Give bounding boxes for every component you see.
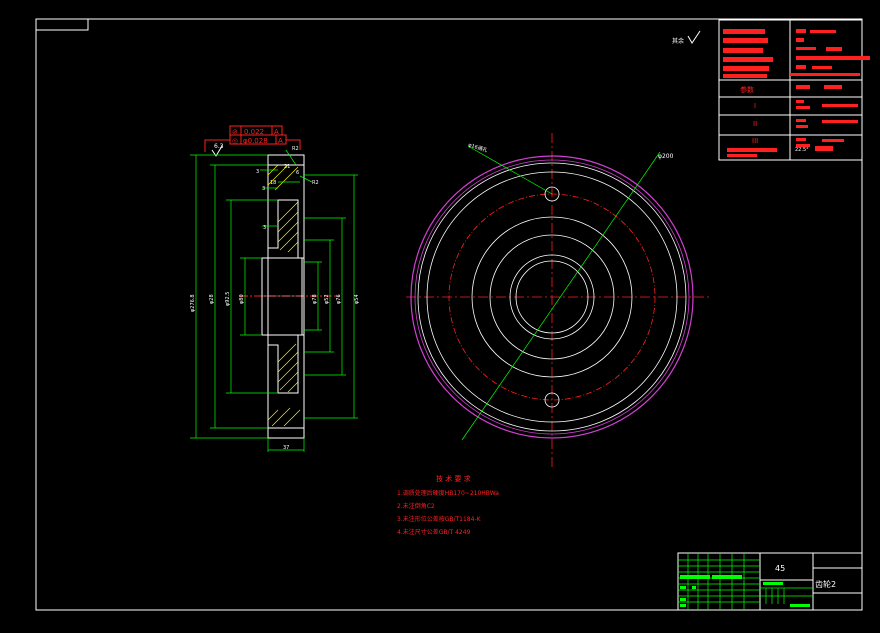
param-table-footer: 22.5° bbox=[795, 147, 809, 153]
runout-value: φ0.028 bbox=[243, 137, 268, 145]
tech-item-3: 3.未注形位公差按GB/T1184-K bbox=[397, 515, 482, 523]
dim-bottom: 37 bbox=[283, 445, 289, 451]
dim-offset-2: 3 bbox=[263, 225, 266, 231]
tech-item-4: 4.未注尺寸公差GB/T 4249 bbox=[397, 528, 471, 536]
param-row-3: III bbox=[752, 137, 758, 145]
material-label: 45 bbox=[775, 564, 785, 573]
drawing-sheet: 参数 I II III 22.5° 其余 ⊘ 0.022 A ◎ φ0.028 … bbox=[35, 18, 870, 611]
dim-r: R2 bbox=[312, 180, 319, 186]
runout-datum: A bbox=[278, 137, 283, 145]
dim-125: φ92.5 bbox=[225, 292, 231, 306]
part-name: 齿轮2 bbox=[815, 579, 836, 589]
dim-right-2: φ52 bbox=[324, 294, 330, 304]
tech-item-1: 1.调质处理后硬度HB170~210HBWa bbox=[397, 489, 499, 497]
dim-right-4: φ54 bbox=[354, 294, 360, 304]
tech-title: 技 术 要 求 bbox=[436, 474, 471, 483]
runout-symbol: ◎ bbox=[232, 137, 238, 145]
dim-bore-2: φ28 bbox=[209, 294, 215, 304]
front-view: φ16通孔 φ200 bbox=[406, 133, 712, 470]
tech-item-2: 2.未注倒角C2 bbox=[397, 502, 435, 510]
hole-note: φ16通孔 bbox=[467, 141, 488, 154]
pcd-label: φ200 bbox=[658, 153, 674, 160]
dim-18: 18 bbox=[270, 180, 276, 186]
section-view: φ276.8 φ28 φ92.5 φ80 φ78 φ52 φ76 φ54 R2 … bbox=[190, 146, 360, 452]
param-row-1: I bbox=[754, 102, 756, 110]
dim-80: φ80 bbox=[239, 294, 245, 304]
dim-bore-1: φ276.8 bbox=[190, 294, 196, 312]
dim-right-3: φ76 bbox=[336, 294, 342, 304]
param-row-2: II bbox=[753, 120, 757, 128]
param-table: 参数 I II III 22.5° bbox=[718, 19, 870, 161]
dim-21: 21 bbox=[284, 164, 290, 170]
dim-top: R2 bbox=[292, 146, 299, 152]
roughness-symbol-icon bbox=[687, 30, 701, 44]
tech-requirements: 技 术 要 求 1.调质处理后硬度HB170~210HBWa 2.未注倒角C2 … bbox=[397, 474, 499, 536]
dim-offset-1: 3 bbox=[256, 169, 259, 175]
surface-corner-note: 其余 bbox=[672, 37, 684, 45]
dim-left-a: 6 bbox=[296, 170, 299, 176]
title-block: 45 齿轮2 bbox=[677, 552, 863, 611]
corner-tag bbox=[36, 19, 89, 31]
param-table-header: 参数 bbox=[740, 85, 754, 94]
dim-left-b: 3 bbox=[262, 186, 265, 192]
dim-right-1: φ78 bbox=[312, 294, 318, 304]
